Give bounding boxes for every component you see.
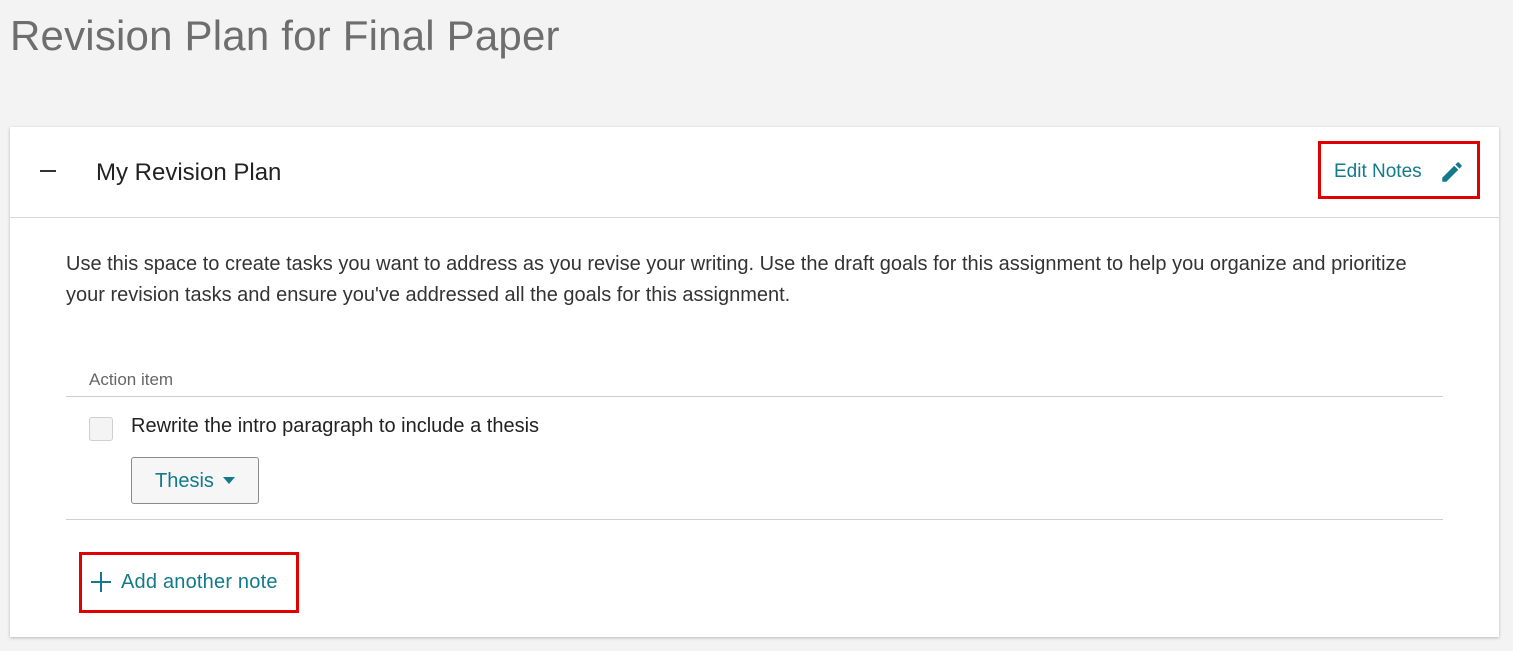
add-another-note-button[interactable]: Add another note (79, 552, 299, 613)
goal-tag-label: Thesis (155, 470, 214, 492)
caret-down-icon (223, 477, 235, 484)
column-header-action-item: Action item (89, 370, 174, 389)
edit-notes-label: Edit Notes (1334, 161, 1422, 182)
add-another-note-label: Add another note (121, 571, 278, 593)
table-header: Action item (66, 367, 1443, 397)
pencil-icon (1442, 162, 1462, 182)
goal-tag-dropdown[interactable]: Thesis (131, 457, 259, 504)
instructions-text: Use this space to create tasks you want … (66, 253, 1407, 306)
plus-icon (91, 572, 111, 592)
task-checkbox[interactable] (89, 417, 113, 441)
page-title: Revision Plan for Final Paper (10, 12, 560, 59)
edit-notes-button[interactable]: Edit Notes (1318, 141, 1480, 199)
minus-icon (40, 170, 56, 172)
collapse-button[interactable] (34, 157, 62, 185)
table-row: Rewrite the intro paragraph to include a… (66, 398, 1443, 520)
revision-plan-panel: My Revision Plan Edit Notes Use this spa… (10, 127, 1499, 637)
panel-header: My Revision Plan Edit Notes (10, 127, 1499, 218)
task-text: Rewrite the intro paragraph to include a… (131, 415, 540, 437)
panel-title: My Revision Plan (96, 159, 282, 186)
